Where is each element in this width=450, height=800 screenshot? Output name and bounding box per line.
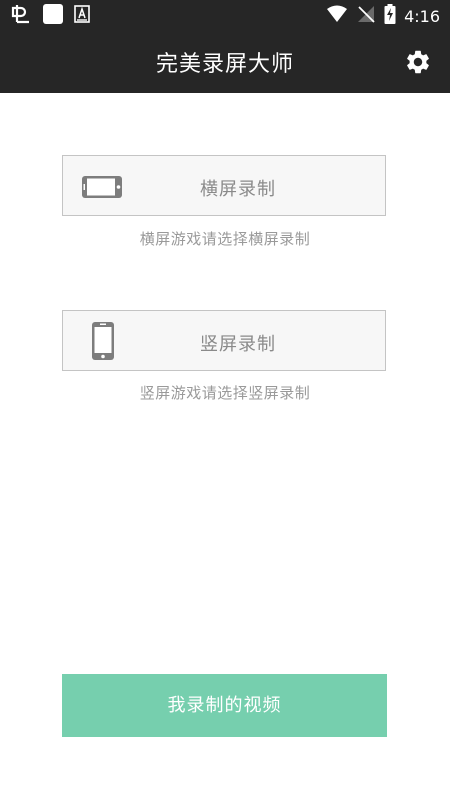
wifi-icon	[326, 5, 348, 27]
app-notification-icon	[10, 3, 32, 29]
status-notifications	[10, 3, 90, 29]
landscape-hint-text: 横屏游戏请选择横屏录制	[139, 230, 311, 248]
settings-button[interactable]	[404, 48, 432, 76]
my-videos-button[interactable]: 我录制的视频	[62, 674, 387, 737]
portrait-hint-text: 竖屏游戏请选择竖屏录制	[139, 384, 311, 402]
app-bar: 完美录屏大师	[0, 32, 450, 93]
app-title: 完美录屏大师	[155, 52, 294, 77]
portrait-record-label: 竖屏录制	[200, 334, 276, 355]
a-notification-icon	[74, 5, 90, 27]
battery-charging-icon	[384, 4, 396, 28]
clock-time: 4:16	[404, 6, 440, 26]
gear-icon	[407, 50, 429, 74]
landscape-record-label: 横屏录制	[200, 179, 276, 200]
square-notification-icon	[42, 3, 64, 29]
no-signal-icon	[356, 4, 376, 28]
portrait-record-button[interactable]: 竖屏录制	[62, 310, 386, 371]
status-bar: 4:16	[0, 0, 450, 32]
landscape-record-button[interactable]: 横屏录制	[62, 155, 386, 216]
status-indicators: 4:16	[326, 4, 440, 28]
